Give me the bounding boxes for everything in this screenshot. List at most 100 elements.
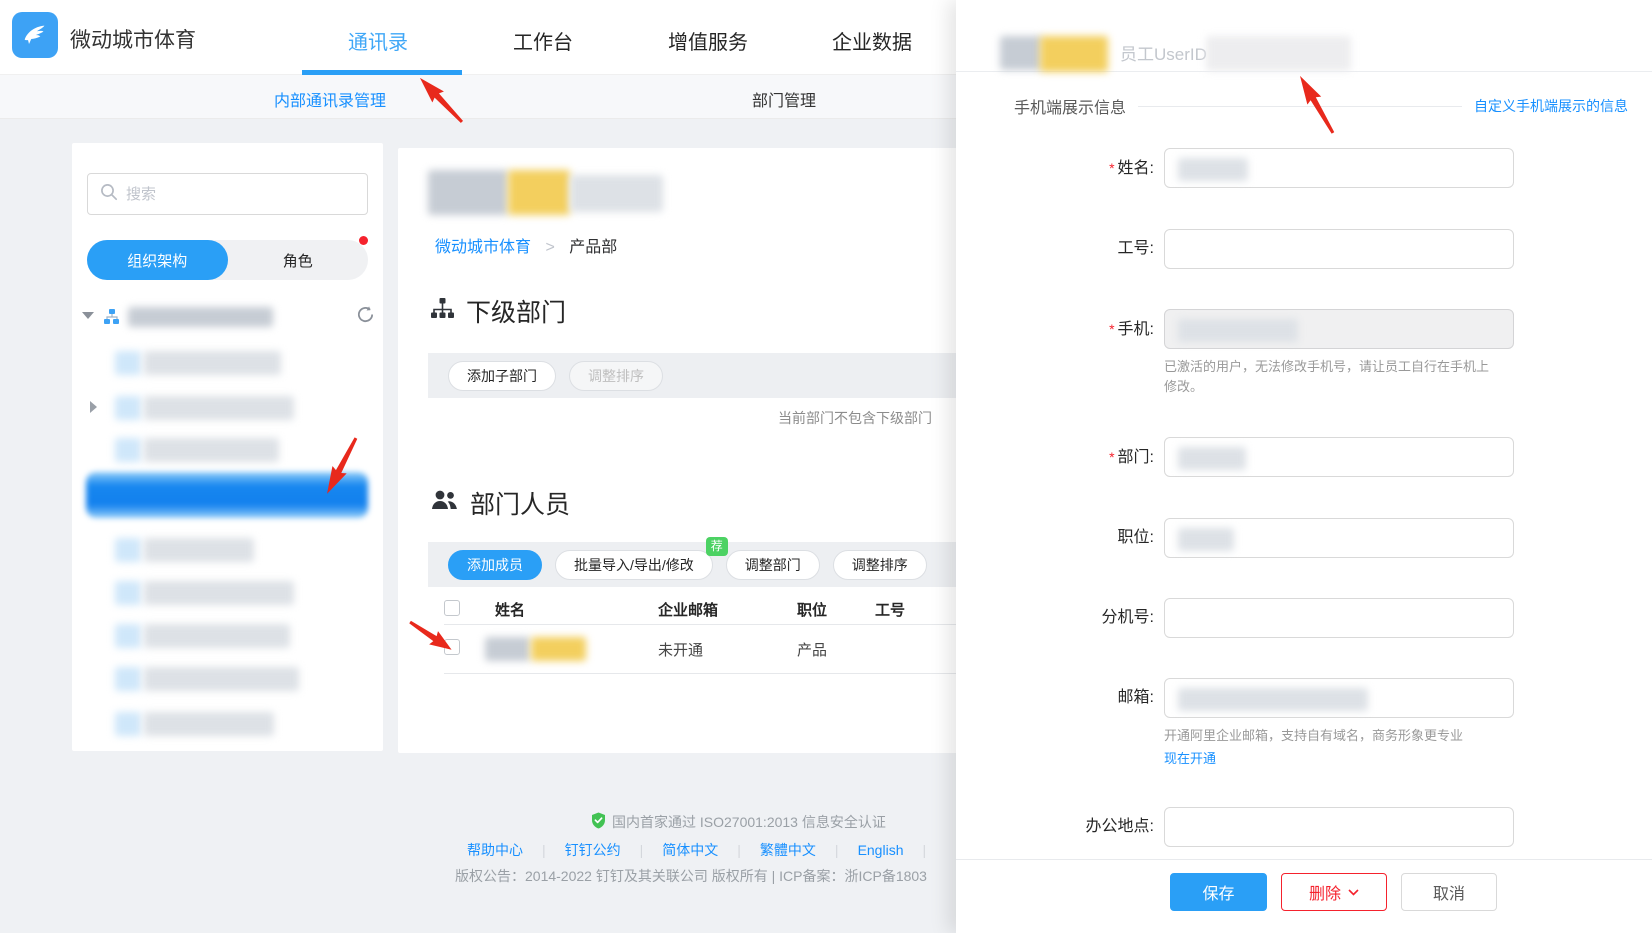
footer-link-separator: | bbox=[922, 842, 926, 858]
section-divider-line bbox=[1138, 106, 1462, 107]
org-tree bbox=[72, 143, 383, 751]
nav-tab-3[interactable]: 企业数据 bbox=[832, 26, 912, 55]
toolbar-button-1[interactable]: 批量导入/导出/修改荐 bbox=[555, 550, 713, 580]
redacted-selected-department bbox=[86, 472, 368, 518]
footer-link-separator: | bbox=[737, 842, 741, 858]
breadcrumb-separator-icon: > bbox=[545, 239, 554, 256]
column-header-2: 职位 bbox=[797, 599, 827, 620]
redacted-employee-name-highlight bbox=[1040, 36, 1108, 72]
tree-item[interactable] bbox=[72, 435, 383, 465]
redacted-dept-icon bbox=[115, 624, 141, 648]
footer-link-separator: | bbox=[640, 842, 644, 858]
delete-button[interactable]: 删除 bbox=[1281, 873, 1387, 911]
redacted-field-value bbox=[1178, 319, 1298, 342]
toolbar-button-0[interactable]: 添加成员 bbox=[448, 550, 542, 580]
redacted-employee-name bbox=[1000, 36, 1042, 70]
footer-link-4[interactable]: English bbox=[858, 842, 904, 858]
column-header-3: 工号 bbox=[875, 599, 905, 620]
refresh-icon[interactable] bbox=[356, 305, 375, 329]
field-label: *姓名: bbox=[956, 148, 1164, 189]
redacted-dept-name bbox=[144, 538, 254, 562]
redacted-dept-icon bbox=[115, 667, 141, 691]
redacted-dept-name bbox=[144, 712, 274, 736]
breadcrumb: 微动城市体育 > 产品部 bbox=[435, 233, 617, 257]
tree-root-item[interactable] bbox=[72, 303, 383, 333]
redacted-field-value bbox=[1178, 158, 1248, 181]
extension-field[interactable] bbox=[1164, 598, 1514, 638]
office-location-field[interactable] bbox=[1164, 807, 1514, 847]
redacted-dept-icon bbox=[115, 712, 141, 736]
field-label: 邮箱: bbox=[956, 678, 1164, 767]
subnav-item-0[interactable]: 内部通讯录管理 bbox=[274, 87, 386, 111]
department-field[interactable] bbox=[1164, 437, 1514, 477]
nav-tab-2[interactable]: 增值服务 bbox=[668, 26, 748, 55]
redacted-field-value bbox=[1178, 688, 1368, 711]
tree-item[interactable] bbox=[72, 664, 383, 694]
redacted-dept-icon bbox=[115, 581, 141, 605]
shield-check-icon bbox=[591, 812, 606, 832]
required-asterisk: * bbox=[1109, 321, 1114, 337]
email-field[interactable] bbox=[1164, 678, 1514, 718]
position-field[interactable] bbox=[1164, 518, 1514, 558]
footer-link-2[interactable]: 简体中文 bbox=[662, 840, 718, 860]
people-icon bbox=[431, 489, 458, 518]
footer-link-separator: | bbox=[835, 842, 839, 858]
activate-email-link[interactable]: 现在开通 bbox=[1164, 748, 1516, 767]
redacted-dept-icon bbox=[115, 438, 141, 462]
org-sidebar: 组织架构 角色 bbox=[72, 143, 383, 751]
tree-item-selected[interactable] bbox=[72, 472, 383, 524]
subnav-item-1[interactable]: 部门管理 bbox=[752, 87, 816, 111]
form-row-mobile: *手机:已激活的用户，无法修改手机号，请让员工自行在手机上修改。 bbox=[956, 309, 1652, 397]
redacted-title-block bbox=[570, 175, 663, 212]
save-button[interactable]: 保存 bbox=[1170, 873, 1267, 911]
footer-link-3[interactable]: 繁體中文 bbox=[760, 840, 816, 860]
tree-item[interactable] bbox=[72, 348, 383, 378]
redacted-dept-name bbox=[144, 624, 290, 648]
members-heading: 部门人员 bbox=[431, 485, 570, 521]
redacted-dept-icon bbox=[115, 396, 141, 420]
active-tab-underline bbox=[302, 70, 462, 75]
security-cert-line: 国内首家通过 ISO27001:2013 信息安全认证 bbox=[591, 812, 886, 832]
nav-tab-1[interactable]: 工作台 bbox=[513, 26, 573, 55]
mobile-display-section: 手机端展示信息 自定义手机端展示的信息 bbox=[1014, 94, 1628, 118]
redacted-dept-name bbox=[144, 396, 294, 420]
toolbar-button-2[interactable]: 调整部门 bbox=[726, 550, 820, 580]
tree-item[interactable] bbox=[72, 621, 383, 651]
toolbar-button-0[interactable]: 添加子部门 bbox=[448, 361, 556, 391]
form-row-extension: 分机号: bbox=[956, 598, 1652, 638]
footer-link-separator: | bbox=[542, 842, 546, 858]
customize-mobile-info-link[interactable]: 自定义手机端展示的信息 bbox=[1474, 96, 1628, 116]
tree-item[interactable] bbox=[72, 393, 383, 423]
job-number-field[interactable] bbox=[1164, 229, 1514, 269]
row-checkbox[interactable] bbox=[444, 639, 460, 655]
footer-link-1[interactable]: 钉钉公约 bbox=[565, 840, 621, 860]
tree-item[interactable] bbox=[72, 578, 383, 608]
toolbar-button-3[interactable]: 调整排序 bbox=[833, 550, 927, 580]
name-field[interactable] bbox=[1164, 148, 1514, 188]
redacted-field-value bbox=[1178, 447, 1246, 470]
caret-right-icon[interactable] bbox=[90, 401, 97, 413]
form-row-position: 职位: bbox=[956, 518, 1652, 558]
breadcrumb-root-link[interactable]: 微动城市体育 bbox=[435, 239, 531, 256]
tree-item[interactable] bbox=[72, 535, 383, 565]
nav-tab-0[interactable]: 通讯录 bbox=[348, 26, 408, 55]
column-header-1: 企业邮箱 bbox=[658, 599, 718, 620]
sub-departments-heading: 下级部门 bbox=[431, 293, 566, 329]
redacted-dept-name bbox=[144, 581, 294, 605]
redacted-title-highlight bbox=[508, 170, 570, 215]
caret-down-icon[interactable] bbox=[82, 312, 94, 319]
copyright-text: 版权公告：2014-2022 钉钉及其关联公司 版权所有 | ICP备案：浙IC… bbox=[455, 866, 927, 886]
cancel-button[interactable]: 取消 bbox=[1401, 873, 1497, 911]
footer-link-0[interactable]: 帮助中心 bbox=[467, 840, 523, 860]
form-row-name: *姓名: bbox=[956, 148, 1652, 189]
tree-item[interactable] bbox=[72, 709, 383, 739]
required-asterisk: * bbox=[1109, 160, 1114, 176]
select-all-checkbox[interactable] bbox=[444, 600, 460, 616]
employee-detail-drawer: 员工UserID 手机端展示信息 自定义手机端展示的信息 *姓名:工号:*手机:… bbox=[956, 0, 1652, 933]
form-row-job-number: 工号: bbox=[956, 229, 1652, 269]
redacted-userid-value bbox=[1206, 36, 1351, 71]
field-label: *部门: bbox=[956, 437, 1164, 478]
field-label: 职位: bbox=[956, 518, 1164, 558]
form-row-department: *部门: bbox=[956, 437, 1652, 478]
redacted-dept-name bbox=[144, 438, 279, 462]
